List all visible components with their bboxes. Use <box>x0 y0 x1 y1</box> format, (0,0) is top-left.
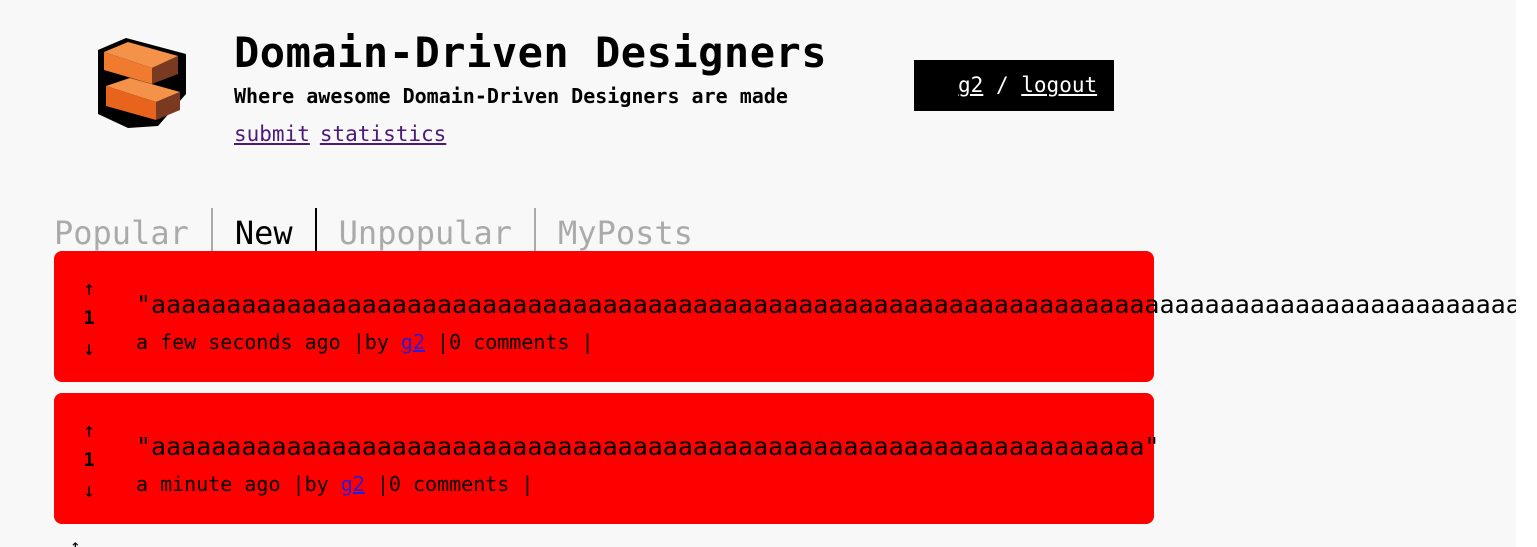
post-card: ↑ 1 ↓ "aaaaaaaaaaaaaaaaaaaaaaaaaaaaaaaaa… <box>54 393 1160 524</box>
upvote-arrow-icon[interactable]: ↑ <box>80 273 98 303</box>
bricks-logo-icon <box>98 38 186 128</box>
post-card: ↑ 1 ↓ "aaaaaaaaaaaaaaaaaaaaaaaaaaaaaaaaa… <box>54 251 1516 382</box>
post-title[interactable]: "aaaaaaaaaaaaaaaaaaaaaaaaaaaaaaaaaaaaaaa… <box>136 290 1516 319</box>
statistics-link[interactable]: statistics <box>320 122 446 146</box>
page-edge <box>1516 0 1537 547</box>
downvote-arrow-icon[interactable]: ↓ <box>80 333 98 363</box>
post-time: a minute ago <box>136 472 281 496</box>
vote-count: 1 <box>83 307 95 329</box>
upvote-arrow-icon[interactable]: ↑ <box>80 415 98 445</box>
post-comments: |0 comments | <box>376 472 534 496</box>
post-by-label: |by <box>292 472 329 496</box>
post-author-link[interactable]: g2 <box>341 472 365 496</box>
tab-myposts[interactable]: MyPosts <box>536 208 715 252</box>
vote-controls: ↑ 1 ↓ <box>80 415 98 505</box>
post-comments: |0 comments | <box>437 330 594 354</box>
page-viewport: Domain-Driven Designers Where awesome Do… <box>0 0 1516 547</box>
header-nav: submit statistics <box>234 122 456 146</box>
vote-count: 1 <box>83 449 95 471</box>
post-title[interactable]: "aaaaaaaaaaaaaaaaaaaaaaaaaaaaaaaaaaaaaaa… <box>136 432 1160 461</box>
post-author-link[interactable]: g2 <box>401 330 425 354</box>
user-box: g2 / logout <box>914 60 1114 111</box>
user-separator: / <box>995 73 1009 97</box>
submit-link[interactable]: submit <box>234 122 310 146</box>
site-title: Domain-Driven Designers <box>234 28 828 77</box>
vote-controls: ↑ 1 ↓ <box>80 273 98 363</box>
tab-popular[interactable]: Popular <box>54 208 213 252</box>
tab-unpopular[interactable]: Unpopular <box>317 208 537 252</box>
site-subtitle: Where awesome Domain-Driven Designers ar… <box>234 84 788 108</box>
downvote-arrow-icon[interactable]: ↓ <box>80 475 98 505</box>
sort-tabs: Popular New Unpopular MyPosts <box>54 206 715 252</box>
logout-link[interactable]: logout <box>1021 73 1097 97</box>
post-meta: a few seconds ago |by g2 |0 comments | <box>136 330 594 354</box>
next-post-upvote-arrow-icon[interactable]: ↑ <box>70 537 81 547</box>
post-by-label: |by <box>352 330 389 354</box>
post-time: a few seconds ago <box>136 330 341 354</box>
post-meta: a minute ago |by g2 |0 comments | <box>136 472 533 496</box>
tab-new[interactable]: New <box>213 208 317 252</box>
user-link[interactable]: g2 <box>958 73 983 97</box>
